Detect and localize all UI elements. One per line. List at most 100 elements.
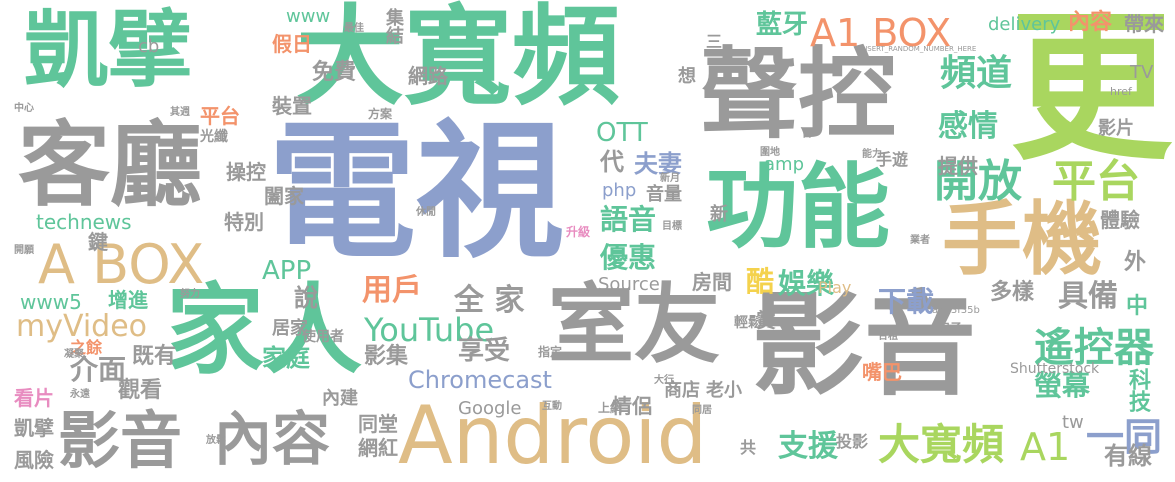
word-fangsong: 放鬆 [206, 435, 226, 446]
word-touying: 投影 [836, 432, 869, 451]
word-neirong-small: 內容 [1068, 10, 1113, 35]
word-kaiyuan: 開願 [14, 245, 34, 256]
word-shang: 賞 [756, 308, 776, 332]
word-wanglu: 網路 [408, 64, 448, 88]
word-youhui: 優惠 [600, 241, 657, 274]
word-mianfei: 免費 [312, 60, 357, 85]
word-jiyou: 既有 [132, 344, 177, 369]
word-jijie: 集結 [383, 8, 404, 44]
word-shangwang: 上網 [598, 401, 623, 415]
word-gongneng: 功能 [706, 154, 891, 261]
word-zengjin: 增進 [108, 288, 148, 312]
word-jujia: 居家 [272, 318, 308, 339]
word-zuiba: 嘴巴 [862, 360, 902, 384]
word-yinliang: 音量 [646, 184, 682, 205]
word-xiang: 想 [678, 66, 696, 87]
word-app: APP [262, 256, 312, 286]
word-dakuanpin-small: 大寬頻 [878, 420, 1005, 469]
word-ningju: 凝聚 [64, 349, 84, 360]
word-hezu: 合租 [878, 331, 898, 342]
word-zuijia: 最佳 [344, 23, 364, 34]
word-zhiding: 指定 [538, 345, 563, 359]
word-yingji: 影集 [364, 344, 409, 369]
word-ku: 酷 [746, 265, 775, 298]
word-delivery: delivery [988, 14, 1061, 35]
word-dianshi: 電視 [268, 106, 564, 278]
word-guangxian: 光纖 [200, 129, 228, 145]
word-google: Google [458, 398, 522, 419]
word-jian: 鍵 [88, 230, 108, 254]
word-ott: OTT [596, 118, 648, 148]
word-laoxiao: 老小 [706, 380, 742, 401]
word-xinyue: 新月 [660, 173, 680, 184]
word-san: 三 [706, 32, 723, 51]
word-dakuanpin: 大寬頻 [296, 0, 621, 120]
word-keting: 客廳 [18, 112, 203, 219]
word-fangjian: 房間 [692, 270, 732, 294]
word-guankan: 觀看 [118, 378, 163, 403]
word-jiari: 假日 [272, 32, 312, 56]
word-tv: TV [1130, 62, 1154, 83]
word-neijian: 內建 [322, 388, 358, 409]
word-daxing: 大行 [654, 375, 674, 386]
word-source: Source [598, 274, 660, 295]
word-duoyang: 多樣 [990, 280, 1035, 305]
word-php: php [602, 180, 637, 201]
word-chromecast: Chromecast [408, 366, 552, 394]
word-youxian: 有線 [1104, 442, 1152, 470]
word-xiazai: 下載 [878, 285, 935, 318]
word-kanpian: 看片 [14, 386, 54, 410]
word-yongyuan: 永遠 [70, 389, 90, 400]
word-technews: technews [36, 210, 132, 234]
word-shengkong: 聲控 [700, 38, 897, 152]
word-caokong: 操控 [226, 160, 266, 184]
word-hejia: 闔家 [264, 184, 304, 208]
word-a1: A1 [1020, 425, 1071, 469]
word-jiating: 家庭 [262, 344, 310, 372]
word-yonghu: 用戶 [362, 273, 422, 308]
word-gong: 共 [740, 438, 757, 457]
word-play: Play [818, 278, 852, 297]
word-yingyin-mid: 影音 [58, 404, 183, 477]
word-a4b3f35b: a4b3f35b [932, 305, 980, 316]
word-mubiao: 目標 [662, 221, 682, 232]
word-ri: 日 [802, 129, 812, 140]
word-tiyan: 體驗 [1100, 208, 1140, 232]
word-weidi: 圍地 [760, 147, 780, 158]
word-xiangshou: 享受 [458, 336, 511, 366]
word-tongju: 同居 [692, 405, 712, 416]
word-nuli: 努力 [180, 289, 200, 300]
word-tw: tw [1062, 412, 1084, 433]
word-kaibo: 凱擘 [24, 1, 193, 99]
word-yezhe: 業者 [910, 235, 930, 246]
word-tigong: 提供 [938, 154, 978, 178]
word-cloud: 電視 更 影音 大寬頻 凱擘 聲控 家人 客廳 功能 室友 Android 手機… [0, 0, 1175, 482]
word-www: www [286, 6, 331, 27]
word-pingtai-lime: 平台 [1052, 156, 1140, 207]
word-wai: 外 [1124, 250, 1147, 275]
word-yi: 異 [812, 123, 822, 134]
word-xiuxian: 休閒 [416, 207, 436, 218]
word-keji: 科技 [1125, 368, 1150, 412]
word-insert-random: INSERT_RANDOM_NUMBER_HERE [860, 45, 977, 53]
word-quanjia: 全 家 [454, 283, 525, 318]
word-fangan: 方案 [368, 107, 393, 121]
word-pingtai-orange: 平台 [200, 104, 240, 128]
word-dailai: 帶來 [1124, 12, 1164, 36]
word-pindao: 頻道 [940, 53, 1013, 94]
word-shiyongzhe: 使用者 [302, 329, 344, 345]
word-www5: www5 [20, 290, 82, 314]
word-wanghong: 網紅 [358, 436, 398, 460]
word-shuo: 說 [294, 284, 318, 312]
word-xin: 新 [710, 204, 728, 225]
word-nengli: 能力 [862, 149, 882, 160]
word-yingpian: 影片 [1098, 118, 1134, 139]
word-zhiyuan: 支援 [778, 429, 838, 464]
word-shouji: 手機 [942, 193, 1102, 286]
word-zhuangzhi: 裝置 [272, 94, 312, 118]
word-abox: A BOX [38, 233, 205, 296]
word-lanya: 藍牙 [756, 10, 809, 40]
word-fengxian: 風險 [14, 448, 54, 472]
word-tongtang: 同堂 [358, 412, 398, 436]
word-yuyin: 語音 [600, 203, 657, 236]
